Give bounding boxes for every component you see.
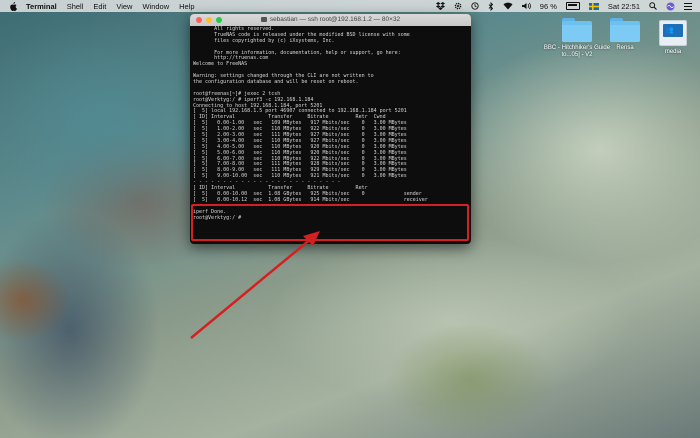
notification-center-icon[interactable]: [684, 2, 692, 10]
menu-view[interactable]: View: [116, 2, 132, 11]
terminal-line: [ 5] 0.00-10.12 sec 1.08 GBytes 914 Mbit…: [193, 196, 428, 203]
window-title-text: sebastian — ssh root@192.168.1.2 — 80×32: [269, 16, 401, 23]
bluetooth-icon[interactable]: [488, 1, 494, 11]
volume-icon[interactable]: [521, 2, 531, 10]
time-machine-icon[interactable]: [471, 2, 479, 10]
home-folder-icon: [260, 16, 267, 22]
desktop-icon-label: media: [664, 49, 682, 55]
battery-icon[interactable]: [565, 2, 580, 10]
flag-icon[interactable]: [588, 2, 599, 10]
siri-icon[interactable]: [666, 2, 675, 11]
menu-help[interactable]: Help: [179, 2, 194, 11]
menu-edit[interactable]: Edit: [93, 2, 106, 11]
window-title: sebastian — ssh root@192.168.1.2 — 80×32: [190, 14, 471, 26]
terminal-titlebar[interactable]: sebastian — ssh root@192.168.1.2 — 80×32: [190, 14, 471, 26]
terminal-output[interactable]: All rights reserved. TrueNAS code is rel…: [190, 26, 471, 222]
apple-menu-icon[interactable]: [8, 1, 18, 11]
folder-icon: [610, 18, 640, 42]
spotlight-icon[interactable]: [649, 2, 657, 10]
folder-icon: [562, 18, 592, 42]
server-icon: 👥: [659, 20, 687, 46]
annotation-highlight-box: [191, 204, 469, 241]
battery-percent[interactable]: 96 %: [540, 2, 557, 11]
desktop-server-media[interactable]: 👥 media: [638, 20, 700, 56]
dropbox-icon[interactable]: [435, 2, 445, 10]
clock[interactable]: Sat 22:51: [608, 2, 640, 11]
menu-app-terminal[interactable]: Terminal: [26, 2, 57, 11]
wifi-icon[interactable]: [503, 2, 513, 10]
menu-bar: Terminal Shell Edit View Window Help 96 …: [0, 0, 700, 12]
menu-shell[interactable]: Shell: [67, 2, 84, 11]
menu-window[interactable]: Window: [142, 2, 169, 11]
settings-icon[interactable]: [454, 2, 462, 10]
